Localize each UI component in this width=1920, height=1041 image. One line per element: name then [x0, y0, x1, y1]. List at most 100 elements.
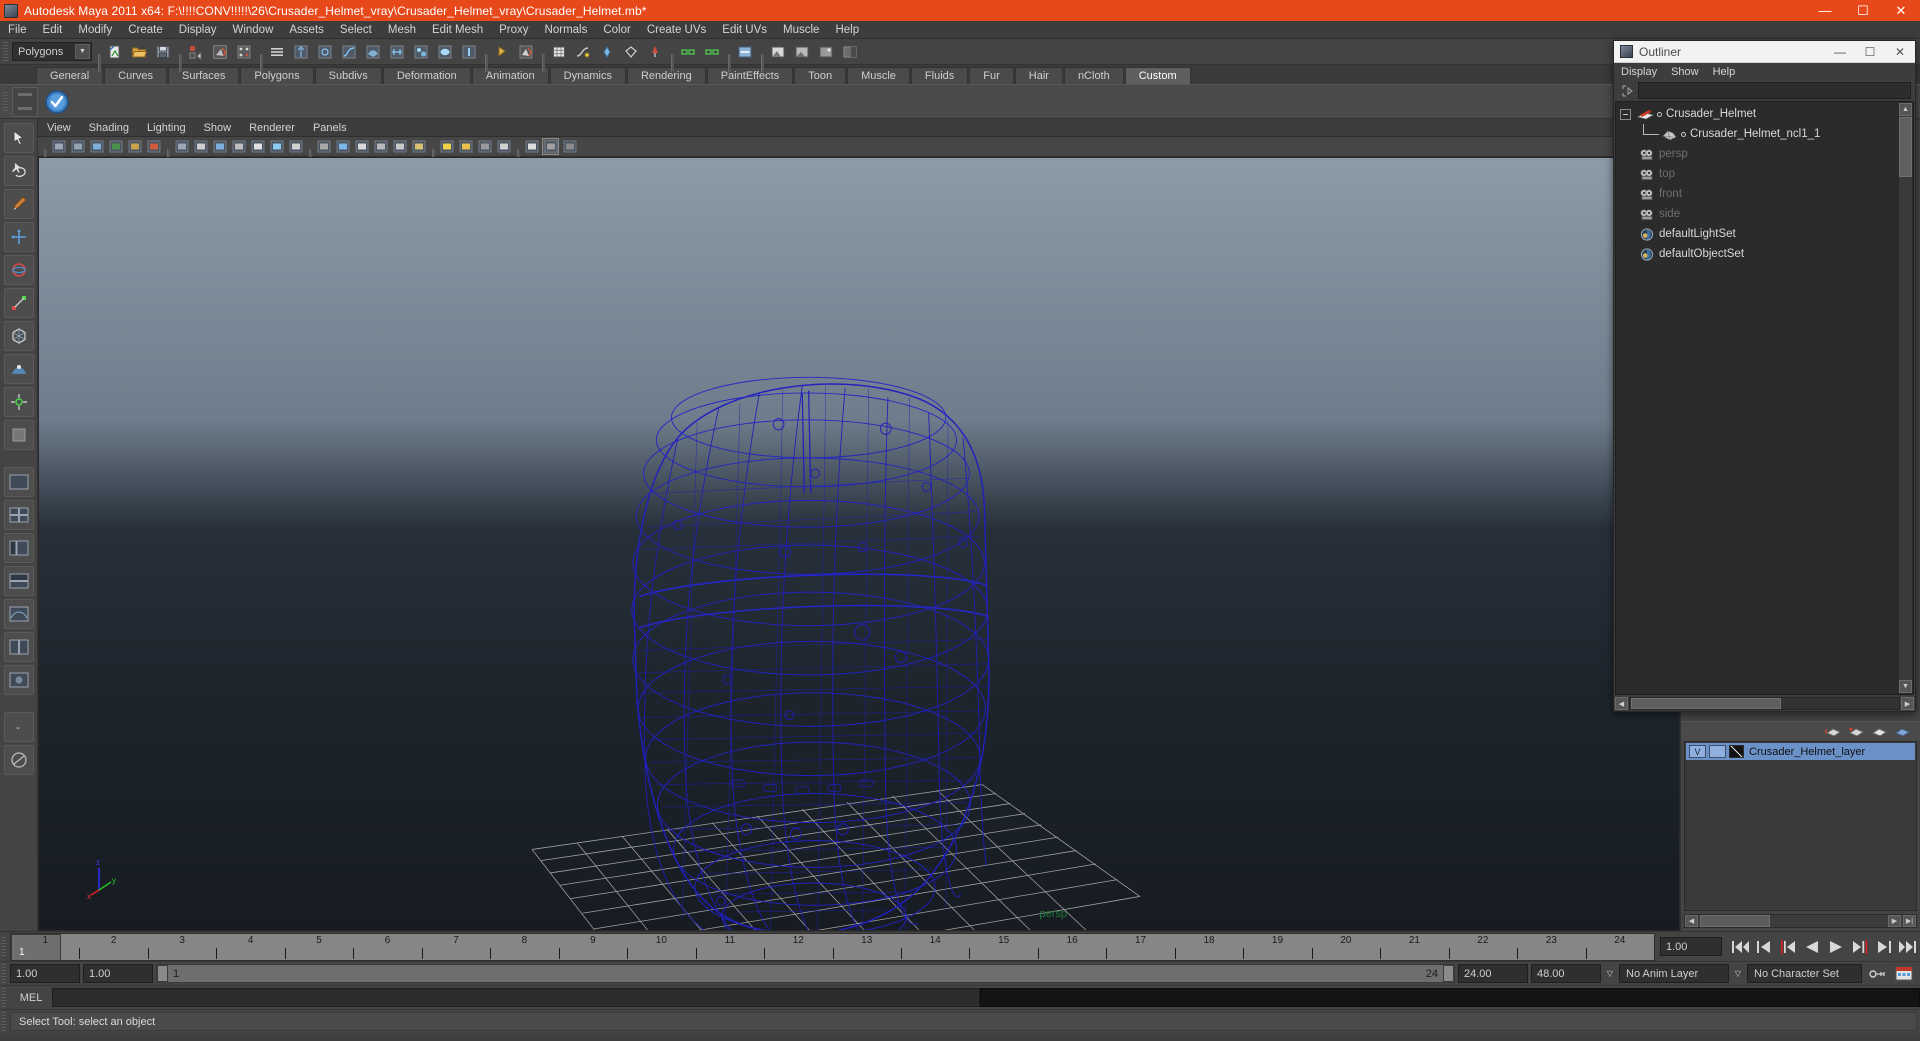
xray-button[interactable] — [542, 138, 559, 155]
layer-scroll-thumb[interactable] — [1700, 915, 1770, 927]
input-connection-button[interactable] — [677, 41, 699, 63]
command-line-grip[interactable] — [0, 986, 7, 1009]
ipr-render-button[interactable] — [791, 41, 813, 63]
viewport-menu-show[interactable]: Show — [195, 119, 241, 137]
outliner-menu-show[interactable]: Show — [1664, 63, 1706, 80]
layer-scroll-track[interactable] — [1698, 915, 1888, 927]
menu-select[interactable]: Select — [332, 21, 380, 39]
outliner-vertical-scrollbar[interactable]: ▲ ▼ — [1899, 103, 1912, 693]
close-button[interactable]: ✕ — [1882, 0, 1920, 21]
outliner-close-button[interactable]: ✕ — [1885, 41, 1915, 63]
layer-playback-toggle[interactable] — [1709, 745, 1726, 758]
statusline-grip[interactable] — [2, 40, 9, 63]
step-forward-keyframe-button[interactable] — [1873, 936, 1895, 958]
layout-hypershade-persp[interactable] — [3, 566, 34, 596]
shelf-tab-animation[interactable]: Animation — [471, 67, 549, 84]
outliner-scroll-thumb[interactable] — [1899, 117, 1912, 177]
deformation-mask-button[interactable] — [386, 41, 408, 63]
menu-edit-uvs[interactable]: Edit UVs — [714, 21, 775, 39]
resolution-gate-button[interactable] — [211, 138, 228, 155]
viewport-menu-panels[interactable]: Panels — [304, 119, 356, 137]
layout-more[interactable]: - — [3, 712, 34, 742]
scroll-down-icon[interactable]: ▼ — [1899, 680, 1912, 693]
smooth-shade-all-button[interactable] — [334, 138, 351, 155]
snap-point-button[interactable] — [596, 41, 618, 63]
scroll-left-icon[interactable]: ◀ — [1685, 915, 1698, 927]
animation-preferences-button[interactable] — [1892, 966, 1916, 982]
time-slider-grip[interactable] — [0, 935, 7, 958]
outliner-item-crusader-helmet[interactable]: Crusader_Helmet — [1616, 104, 1913, 124]
menu-modify[interactable]: Modify — [70, 21, 120, 39]
shelf-tab-polygons[interactable]: Polygons — [240, 67, 314, 84]
viewport-menu-lighting[interactable]: Lighting — [138, 119, 195, 137]
outliner-item-defaultlightset[interactable]: defaultLightSet — [1616, 224, 1913, 244]
outliner-item-top[interactable]: top — [1616, 164, 1913, 184]
outliner-hscroll-track[interactable] — [1629, 697, 1900, 710]
bookmark-button[interactable] — [107, 138, 124, 155]
xray-shading-button[interactable] — [561, 138, 578, 155]
layout-persp-render[interactable] — [3, 665, 34, 695]
shelf-tab-custom[interactable]: Custom — [1124, 67, 1191, 84]
step-back-keyframe-button[interactable] — [1753, 936, 1775, 958]
scroll-up-icon[interactable]: ▲ — [1899, 103, 1912, 116]
menu-edit[interactable]: Edit — [35, 21, 71, 39]
film-gate-display-button[interactable] — [249, 138, 266, 155]
range-end-handle[interactable] — [1443, 965, 1454, 982]
select-mask-list-button[interactable] — [266, 41, 288, 63]
shelf-grip[interactable] — [2, 90, 9, 113]
save-scene-button[interactable] — [152, 41, 174, 63]
xray-joints-button[interactable] — [268, 138, 285, 155]
go-to-end-button[interactable] — [1897, 936, 1919, 958]
scale-tool[interactable] — [3, 288, 34, 318]
curve-mask-button[interactable] — [338, 41, 360, 63]
shelf-tab-fur[interactable]: Fur — [969, 67, 1014, 84]
character-set-select[interactable]: No Character Set — [1747, 964, 1862, 983]
construction-history-button[interactable] — [734, 41, 756, 63]
chevron-down-icon[interactable]: ▼ — [75, 44, 90, 59]
shadows-button[interactable] — [476, 138, 493, 155]
custom-shelf-check-icon[interactable] — [42, 87, 72, 117]
film-gate-button[interactable] — [192, 138, 209, 155]
command-input[interactable] — [52, 988, 980, 1007]
shelf-options-box[interactable] — [12, 86, 38, 117]
command-language-label[interactable]: MEL — [10, 992, 52, 1004]
scroll-end-icon[interactable]: ▶| — [1903, 915, 1916, 927]
outliner-horizontal-scrollbar[interactable]: ◀ ▶ — [1614, 696, 1915, 711]
layout-dual-view[interactable] — [3, 632, 34, 662]
layout-outliner-persp[interactable] — [3, 533, 34, 563]
shelf-tab-hair[interactable]: Hair — [1014, 67, 1063, 84]
wireframe-shading-button[interactable] — [315, 138, 332, 155]
layer-color-swatch[interactable] — [1729, 745, 1744, 758]
outliner-maximize-button[interactable]: ☐ — [1855, 41, 1885, 63]
snap-live-button[interactable] — [644, 41, 666, 63]
outliner-expander-icon[interactable] — [1620, 108, 1631, 120]
snap-view-plane-button[interactable] — [620, 41, 642, 63]
shelf-tab-muscle[interactable]: Muscle — [847, 67, 910, 84]
outliner-minimize-button[interactable]: — — [1825, 41, 1855, 63]
menu-color[interactable]: Color — [595, 21, 638, 39]
snap-curve-button[interactable] — [572, 41, 594, 63]
ao-button[interactable] — [495, 138, 512, 155]
use-default-light-button[interactable] — [438, 138, 455, 155]
shelf-tab-general[interactable]: General — [36, 67, 104, 84]
animation-end-field[interactable]: 48.00 — [1531, 964, 1601, 983]
menu-create[interactable]: Create — [120, 21, 171, 39]
select-by-object-button[interactable] — [209, 41, 231, 63]
anim-layer-select[interactable]: No Anim Layer — [1619, 964, 1729, 983]
outliner-search-input[interactable] — [1638, 82, 1911, 99]
shelf-tab-fluids[interactable]: Fluids — [910, 67, 969, 84]
go-to-start-button[interactable] — [1729, 936, 1751, 958]
misc-mask-button[interactable] — [458, 41, 480, 63]
menu-display[interactable]: Display — [171, 21, 225, 39]
layer-down-button[interactable] — [1892, 724, 1912, 740]
paint-select-tool[interactable] — [3, 189, 34, 219]
outliner-scroll-left-icon[interactable]: ◀ — [1615, 697, 1628, 710]
rendering-mask-button[interactable] — [434, 41, 456, 63]
select-tool[interactable] — [3, 123, 34, 153]
viewport-menu-shading[interactable]: Shading — [80, 119, 138, 137]
outliner-menu-help[interactable]: Help — [1706, 63, 1743, 80]
grid-toggle-button[interactable] — [173, 138, 190, 155]
soft-modification-tool[interactable] — [3, 354, 34, 384]
layout-single-perspective[interactable] — [3, 467, 34, 497]
perspective-viewport[interactable]: z y x persp — [38, 157, 1680, 931]
